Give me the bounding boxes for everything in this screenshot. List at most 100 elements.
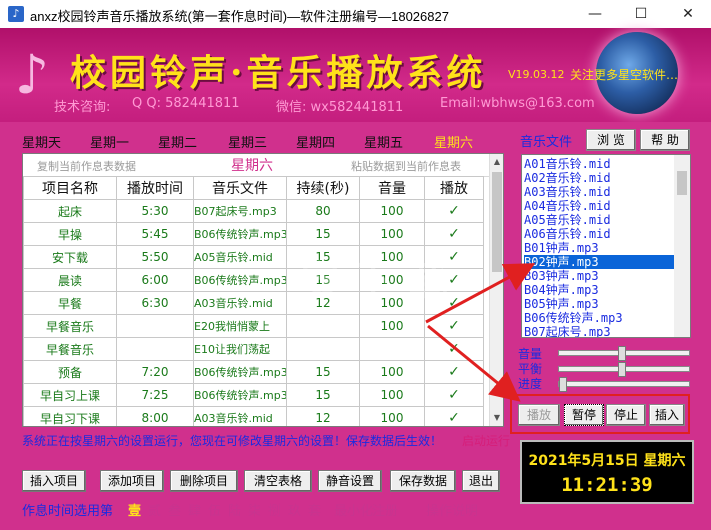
music-file-item[interactable]: B02钟声.mp3 bbox=[524, 255, 674, 269]
cell-time[interactable]: 6:00 bbox=[116, 268, 194, 292]
cell-file[interactable]: B06传统铃声.mp3 bbox=[193, 222, 287, 246]
schedule-option-4[interactable]: 伍 bbox=[208, 500, 221, 519]
cell-name[interactable]: 起床 bbox=[23, 199, 117, 223]
scroll-thumb[interactable] bbox=[492, 172, 502, 272]
cell-time[interactable]: 7:20 bbox=[116, 360, 194, 384]
balance-slider[interactable] bbox=[558, 362, 690, 377]
schedule-option-2[interactable]: 叁 bbox=[168, 500, 181, 519]
music-file-item[interactable]: A04音乐铃.mid bbox=[524, 199, 674, 213]
bottom-button-5[interactable]: 保存数据 bbox=[390, 470, 456, 492]
schedule-option-1[interactable]: 贰 bbox=[148, 500, 161, 519]
grid-scrollbar[interactable]: ▲ ▼ bbox=[489, 154, 503, 426]
cell-file[interactable]: A03音乐铃.mid bbox=[193, 406, 287, 426]
cell-volume[interactable]: 100 bbox=[359, 199, 425, 223]
play-check-icon[interactable]: ✓ bbox=[424, 199, 484, 223]
cell-volume[interactable]: 100 bbox=[359, 222, 425, 246]
pause-button[interactable]: 暂停 bbox=[564, 404, 604, 426]
cell-duration[interactable] bbox=[286, 337, 360, 361]
music-file-item[interactable]: B01钟声.mp3 bbox=[524, 241, 674, 255]
music-file-list[interactable]: A01音乐铃.mid A02音乐铃.mid A03音乐铃.mid A04音乐铃.mid… bbox=[521, 154, 691, 338]
table-row[interactable]: 预备 7:20 B06传统铃声.mp3 15 100 ✓ bbox=[23, 360, 484, 384]
cell-volume[interactable]: 100 bbox=[359, 406, 425, 426]
cell-duration[interactable]: 15 bbox=[286, 360, 360, 384]
startup-link[interactable]: 启动运行 bbox=[462, 432, 510, 449]
paste-schedule-link[interactable]: 粘贴数据到当前作息表 bbox=[351, 158, 461, 174]
table-row[interactable]: 早餐音乐 E20我悄悄蒙上 100 ✓ bbox=[23, 314, 484, 338]
music-file-item[interactable]: B07起床号.mp3 bbox=[524, 325, 674, 337]
minimize-button[interactable]: — bbox=[572, 0, 618, 28]
cell-volume[interactable]: 100 bbox=[359, 383, 425, 407]
table-row[interactable]: 早自习下课 8:00 A03音乐铃.mid 12 100 ✓ bbox=[23, 406, 484, 426]
stop-button[interactable]: 停止 bbox=[606, 404, 646, 426]
cell-file[interactable]: A03音乐铃.mid bbox=[193, 291, 287, 315]
table-row[interactable]: 早自习上课 7:25 B06传统铃声.mp3 15 100 ✓ bbox=[23, 383, 484, 407]
cell-time[interactable]: 5:45 bbox=[116, 222, 194, 246]
cell-name[interactable]: 早餐音乐 bbox=[23, 314, 117, 338]
table-row[interactable]: 早餐音乐 E10让我们荡起 ✓ bbox=[23, 337, 484, 361]
cell-name[interactable]: 早操 bbox=[23, 222, 117, 246]
cell-volume[interactable] bbox=[359, 337, 425, 361]
cell-file[interactable]: B07起床号.mp3 bbox=[193, 199, 287, 223]
cell-file[interactable]: B06传统铃声.mp3 bbox=[193, 383, 287, 407]
play-check-icon[interactable]: ✓ bbox=[424, 337, 484, 361]
play-check-icon[interactable]: ✓ bbox=[424, 383, 484, 407]
cell-duration[interactable] bbox=[286, 314, 360, 338]
tab-day-1[interactable]: 星期一 bbox=[90, 132, 129, 151]
insert-button[interactable]: 插入 bbox=[649, 404, 685, 426]
browse-button[interactable]: 浏 览 bbox=[586, 129, 636, 151]
play-check-icon[interactable]: ✓ bbox=[424, 406, 484, 426]
cell-file[interactable]: B06传统铃声.mp3 bbox=[193, 268, 287, 292]
bottom-button-3[interactable]: 清空表格 bbox=[244, 470, 312, 492]
music-file-item[interactable]: A03音乐铃.mid bbox=[524, 185, 674, 199]
music-file-item[interactable]: A02音乐铃.mid bbox=[524, 171, 674, 185]
cell-name[interactable]: 早自习下课 bbox=[23, 406, 117, 426]
follow-link[interactable]: 关注更多星空软件… bbox=[570, 66, 678, 83]
maximize-button[interactable]: ☐ bbox=[618, 0, 664, 28]
scroll-down-icon[interactable]: ▼ bbox=[490, 410, 503, 426]
music-file-item[interactable]: A06音乐铃.mid bbox=[524, 227, 674, 241]
music-file-item[interactable]: A01音乐铃.mid bbox=[524, 157, 674, 171]
cell-duration[interactable]: 15 bbox=[286, 383, 360, 407]
copy-schedule-link[interactable]: 复制当前作息表数据 bbox=[37, 158, 136, 174]
music-file-item[interactable]: B06传统铃声.mp3 bbox=[524, 311, 674, 325]
cell-duration[interactable]: 15 bbox=[286, 222, 360, 246]
play-button[interactable]: 播放 bbox=[518, 404, 560, 426]
cell-file[interactable]: B06传统铃声.mp3 bbox=[193, 360, 287, 384]
music-file-item[interactable]: B03钟声.mp3 bbox=[524, 269, 674, 283]
cell-name[interactable]: 早餐音乐 bbox=[23, 337, 117, 361]
bottom-button-1[interactable]: 添加项目 bbox=[100, 470, 164, 492]
progress-slider-knob[interactable] bbox=[559, 377, 567, 392]
table-row[interactable]: 早操 5:45 B06传统铃声.mp3 15 100 ✓ bbox=[23, 222, 484, 246]
tab-day-4[interactable]: 星期四 bbox=[296, 132, 335, 151]
cell-time[interactable]: 8:00 bbox=[116, 406, 194, 426]
tab-day-3[interactable]: 星期三 bbox=[228, 132, 267, 151]
cell-name[interactable]: 安下载 bbox=[23, 245, 117, 269]
cell-time[interactable]: 6:30 bbox=[116, 291, 194, 315]
cell-duration[interactable]: 80 bbox=[286, 199, 360, 223]
schedule-option-6[interactable]: 柒 bbox=[248, 500, 261, 519]
schedule-option-3[interactable]: 肆 bbox=[188, 500, 201, 519]
table-row[interactable]: 起床 5:30 B07起床号.mp3 80 100 ✓ bbox=[23, 199, 484, 223]
cell-name[interactable]: 早餐 bbox=[23, 291, 117, 315]
close-button[interactable]: ✕ bbox=[665, 0, 711, 28]
cell-time[interactable]: 5:50 bbox=[116, 245, 194, 269]
cell-name[interactable]: 预备 bbox=[23, 360, 117, 384]
music-file-item[interactable]: B05钟声.mp3 bbox=[524, 297, 674, 311]
cell-volume[interactable]: 100 bbox=[359, 314, 425, 338]
schedule-option-8[interactable]: 玖 bbox=[288, 500, 301, 519]
schedule-extra-0[interactable]: 最小化 bbox=[334, 500, 373, 519]
scroll-up-icon[interactable]: ▲ bbox=[490, 154, 503, 170]
help-button[interactable]: 帮 助 bbox=[640, 129, 690, 151]
tab-day-2[interactable]: 星期二 bbox=[158, 132, 197, 151]
bottom-button-2[interactable]: 删除项目 bbox=[170, 470, 238, 492]
schedule-extra-2[interactable]: 操作说明 bbox=[426, 500, 478, 519]
cell-file[interactable]: A05音乐铃.mid bbox=[193, 245, 287, 269]
cell-file[interactable]: E20我悄悄蒙上 bbox=[193, 314, 287, 338]
cell-name[interactable]: 晨读 bbox=[23, 268, 117, 292]
play-check-icon[interactable]: ✓ bbox=[424, 314, 484, 338]
schedule-option-7[interactable]: 捌 bbox=[268, 500, 281, 519]
volume-slider-knob[interactable] bbox=[618, 346, 626, 361]
bottom-button-4[interactable]: 静音设置 bbox=[318, 470, 382, 492]
cell-duration[interactable]: 12 bbox=[286, 406, 360, 426]
music-file-item[interactable]: B04钟声.mp3 bbox=[524, 283, 674, 297]
